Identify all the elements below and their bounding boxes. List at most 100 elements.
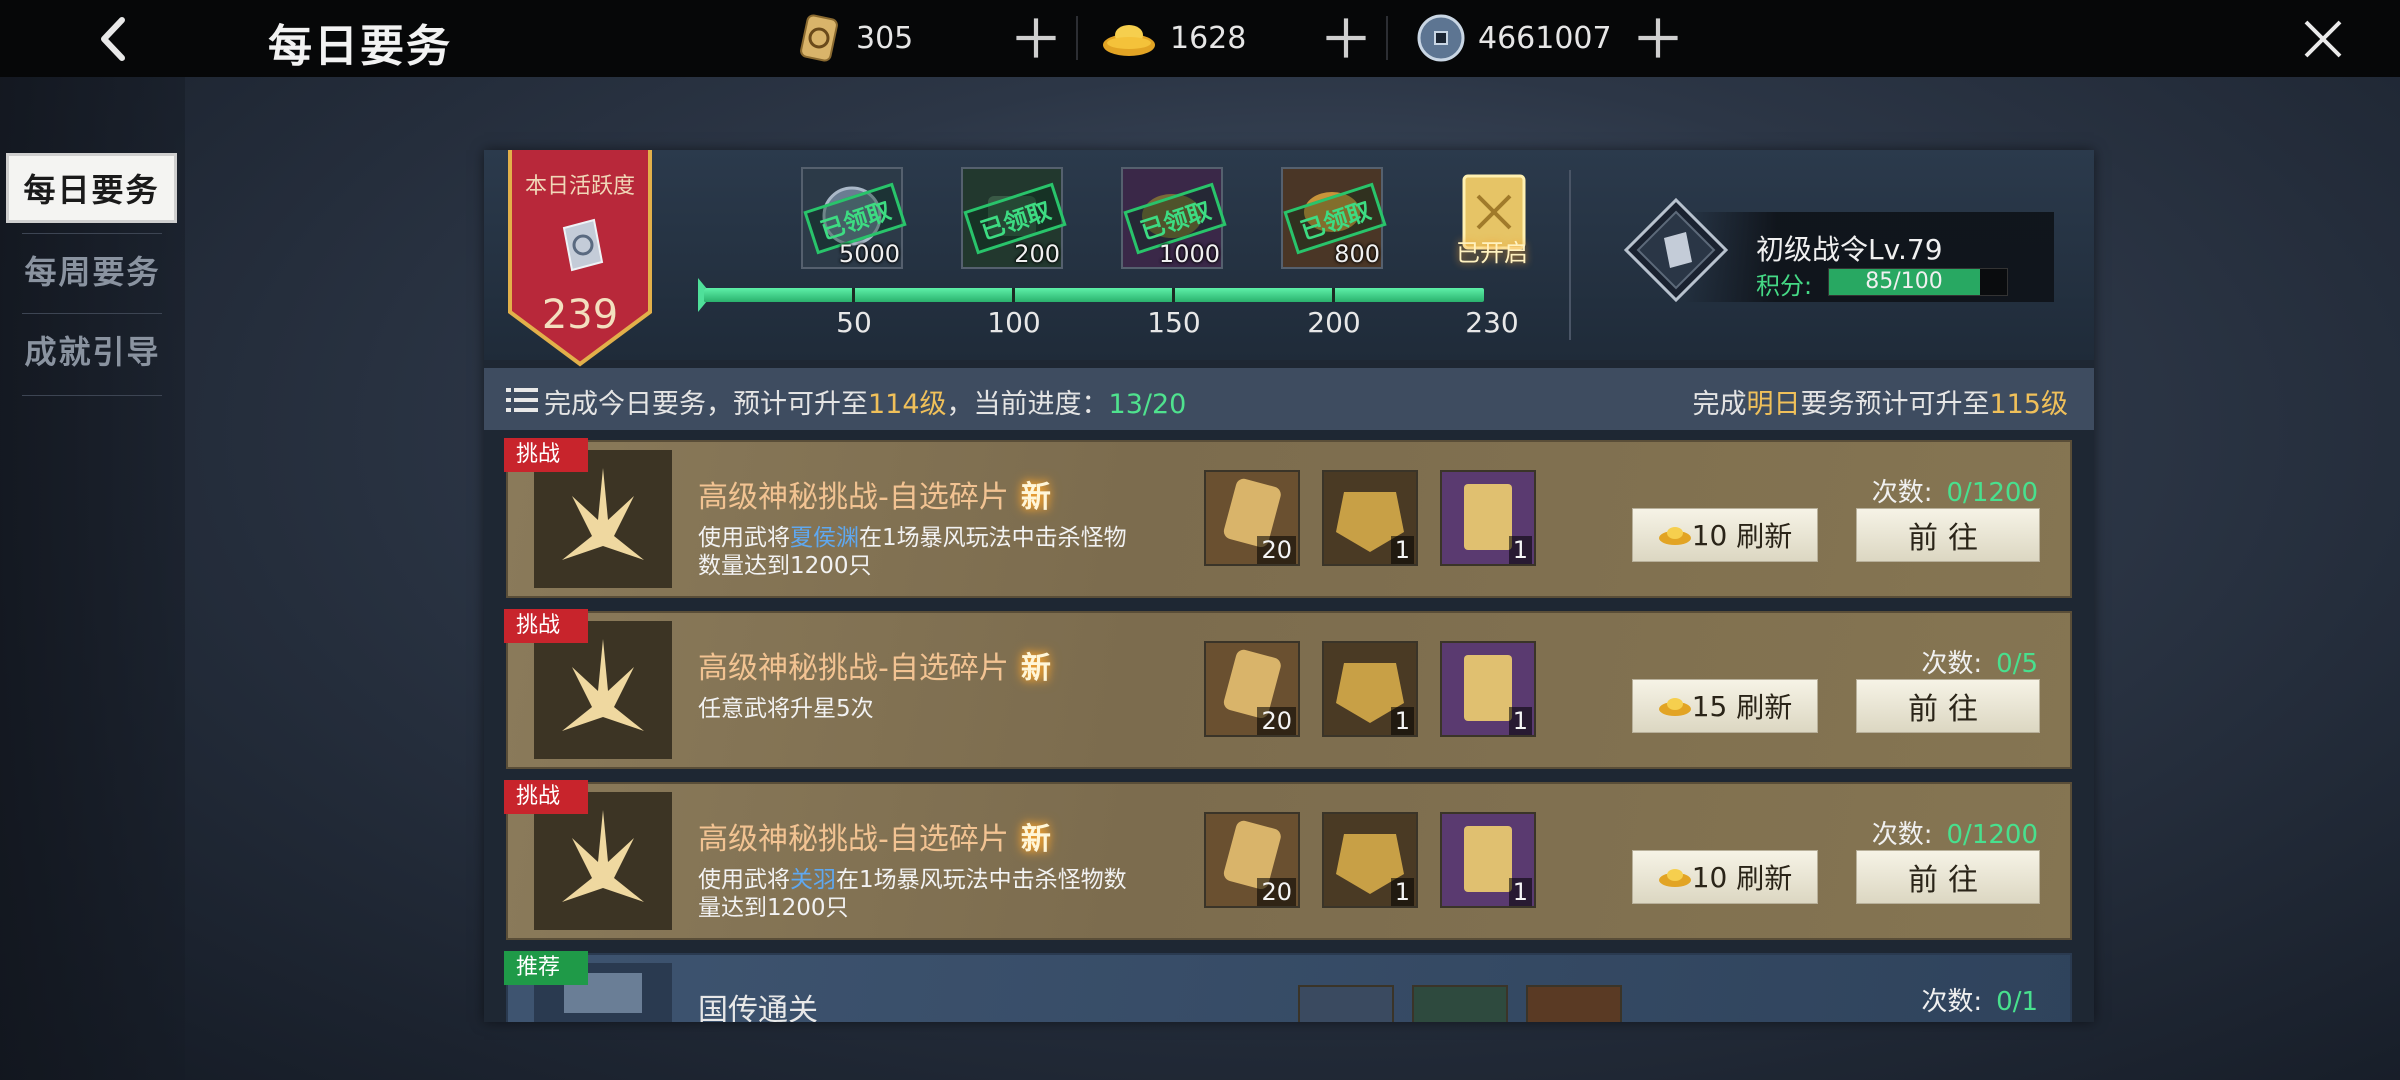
reward-count: 1	[1508, 707, 1532, 735]
summary-text: 完成	[1692, 389, 1747, 420]
task-count: 次数: 0/1200	[1872, 814, 2038, 851]
refresh-cost: 15	[1691, 689, 1728, 723]
reward-armor[interactable]: 1	[1322, 641, 1418, 737]
desc-text: 任意武将升星5次	[698, 696, 874, 722]
task-title: 国传通关	[698, 993, 818, 1022]
battle-pass-score-text: 85/100	[1865, 269, 1943, 294]
milestone-chest-230[interactable]: 已开启	[1440, 166, 1544, 270]
milestone-chest-150[interactable]: 已领取 1000	[1120, 166, 1227, 270]
reward-scroll[interactable]: 1	[1440, 641, 1536, 737]
task-count: 次数: 0/5	[1921, 643, 2038, 680]
reward-count: 1	[1390, 878, 1414, 906]
divider	[1076, 16, 1078, 60]
reward-count: 1	[1390, 707, 1414, 735]
milestone-chest-200[interactable]: 已领取 800	[1280, 166, 1387, 270]
refresh-label: 刷新	[1736, 520, 1793, 553]
add-gold-button[interactable]	[1318, 10, 1374, 66]
reward-count: 20	[1257, 707, 1296, 735]
task-title: 高级神秘挑战-自选碎片新	[698, 814, 1051, 858]
reward-count: 1	[1508, 878, 1532, 906]
currency-token: 305	[794, 10, 913, 66]
refresh-label: 刷新	[1736, 691, 1793, 724]
sidebar-item-weekly[interactable]: 每周要务	[0, 232, 185, 308]
count-label: 次数:	[1871, 820, 1933, 850]
task-tag: 挑战	[504, 609, 588, 643]
milestone-chest-50[interactable]: 已领取 5000	[800, 166, 907, 270]
reward-token[interactable]: 20	[1204, 812, 1300, 908]
reward-token[interactable]: 20	[1204, 470, 1300, 566]
currency-gold: 1628	[1100, 10, 1246, 66]
summary-text: 要务预计可升至	[1800, 389, 1990, 420]
reward-scroll[interactable]: 1	[1440, 470, 1536, 566]
tick	[1332, 288, 1335, 302]
back-arrow-icon[interactable]	[90, 12, 140, 66]
currency-coin: 4661007	[1416, 10, 1612, 66]
reward-scroll[interactable]: 1	[1440, 812, 1536, 908]
task-title-text: 高级神秘挑战-自选碎片	[698, 651, 1009, 686]
task-row: 挑战 高级神秘挑战-自选碎片新 使用武将夏侯渊在1场暴风玩法中击杀怪物数量达到1…	[504, 438, 2072, 598]
go-button[interactable]: 前往	[1856, 850, 2040, 904]
list-icon	[506, 388, 538, 412]
reward-count: 20	[1257, 536, 1296, 564]
divider	[1569, 170, 1571, 340]
gold-ingot-icon	[1658, 527, 1691, 545]
summary-text: 完成今日要务，预计可升至	[544, 389, 868, 420]
reward-item[interactable]	[1412, 985, 1508, 1022]
milestone-chest-100[interactable]: 已领取 200	[960, 166, 1067, 270]
reward-armor[interactable]: 1	[1322, 812, 1418, 908]
task-title-text: 高级神秘挑战-自选碎片	[698, 480, 1009, 515]
tomorrow-summary: 完成明日要务预计可升至115级	[1692, 382, 2068, 421]
reward-count: 1	[1390, 536, 1414, 564]
battle-pass-badge-icon	[1624, 198, 1728, 302]
opened-label: 已开启	[1456, 239, 1528, 267]
main-panel: 本日活跃度 239 已领取 5000 已领取 200 已领取 1000 已领取 …	[484, 150, 2094, 1022]
count-value: 0/1200	[1946, 820, 2038, 850]
milestone-amount: 800	[1334, 240, 1380, 268]
task-title-text: 高级神秘挑战-自选碎片	[698, 822, 1009, 857]
reward-item[interactable]	[1298, 985, 1394, 1022]
refresh-cost: 10	[1691, 518, 1728, 552]
top-bar: 每日要务 305 1628 4661007	[0, 0, 2400, 77]
milestone-amount: 5000	[838, 240, 900, 268]
milestone-label: 230	[1465, 306, 1519, 339]
reward-token[interactable]: 20	[1204, 641, 1300, 737]
desc-text: 使用武将	[698, 525, 790, 551]
count-label: 次数:	[1921, 987, 1983, 1017]
coin-icon	[1417, 14, 1465, 62]
task-tag: 挑战	[504, 780, 588, 814]
add-coin-button[interactable]	[1630, 10, 1686, 66]
tick	[1172, 288, 1175, 302]
refresh-button[interactable]: 15 刷新	[1632, 679, 1818, 733]
battle-pass-score-bar: 85/100	[1828, 268, 2008, 296]
summary-day: 明日	[1746, 389, 1801, 420]
new-badge: 新	[1020, 480, 1051, 515]
close-icon[interactable]	[2300, 16, 2346, 62]
activity-progress-fill	[704, 288, 1484, 302]
count-value: 0/5	[1996, 649, 2038, 679]
activity-progress-bar	[704, 288, 1484, 302]
task-row-recommended: 推荐 国传通关 次数: 0/1	[504, 951, 2072, 1022]
milestone-label: 50	[836, 306, 872, 339]
reward-armor[interactable]: 1	[1322, 470, 1418, 566]
go-button[interactable]: 前往	[1856, 679, 2040, 733]
currency-gold-value: 1628	[1170, 20, 1247, 56]
go-button[interactable]: 前往	[1856, 508, 2040, 562]
refresh-button[interactable]: 10 刷新	[1632, 508, 1818, 562]
gold-ingot-icon	[1103, 25, 1155, 56]
reward-item[interactable]	[1526, 985, 1622, 1022]
task-title: 高级神秘挑战-自选碎片新	[698, 643, 1051, 687]
task-count: 次数: 0/1	[1921, 981, 2038, 1018]
activity-label: 本日活跃度	[524, 174, 635, 199]
refresh-button[interactable]: 10 刷新	[1632, 850, 1818, 904]
task-count: 次数: 0/1200	[1872, 472, 2038, 509]
summary-level: 114级	[868, 389, 947, 420]
new-badge: 新	[1020, 651, 1051, 686]
sidebar-item-achievement[interactable]: 成就引导	[0, 312, 185, 388]
token-icon	[800, 14, 838, 62]
add-token-button[interactable]	[1008, 10, 1064, 66]
task-tag: 推荐	[504, 951, 588, 985]
count-value: 0/1	[1996, 987, 2038, 1017]
milestone-label: 100	[987, 306, 1041, 339]
sidebar-item-daily[interactable]: 每日要务	[6, 153, 177, 223]
summary-level: 115级	[1989, 389, 2068, 420]
